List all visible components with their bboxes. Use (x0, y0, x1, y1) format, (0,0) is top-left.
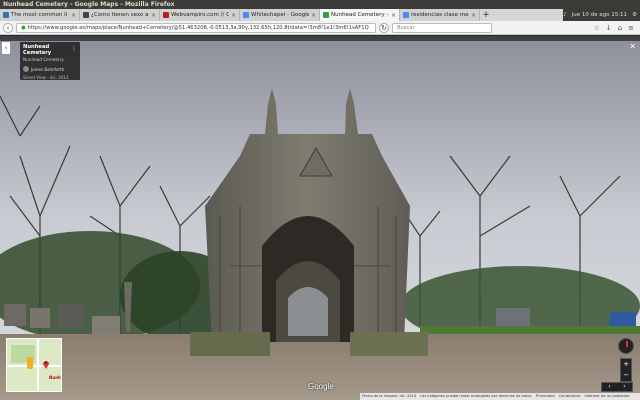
compass-needle (626, 341, 628, 347)
previous-image-icon[interactable]: ‹ (602, 383, 617, 391)
browser-tab[interactable]: Whitechapel - Google × (240, 9, 320, 21)
browser-tab[interactable]: residencias clase med × (400, 9, 480, 21)
gear-icon[interactable]: ⚙ (632, 12, 637, 18)
home-icon[interactable]: ⌂ (618, 24, 622, 32)
map-label: Nunh (49, 375, 61, 380)
zoom-out-icon[interactable]: − (621, 370, 631, 381)
system-tray: ♪ jue 10 de ago 15:11 ⚙ (563, 9, 640, 21)
tab-label: Whitechapel - Google (251, 12, 309, 18)
map-pin-icon (43, 361, 49, 369)
search-input[interactable]: Buscar (392, 22, 492, 33)
tab-label: Webvampiro.com // C (171, 12, 229, 18)
place-info-card[interactable]: Nunhead Cemetery Nunhead Cemetery James … (20, 42, 80, 80)
map-road (7, 365, 61, 367)
google-logo: Google (308, 382, 334, 391)
tab-favicon (83, 12, 89, 18)
url-text: https://www.google.es/maps/place/Nunhead… (27, 24, 369, 31)
search-placeholder: Buscar (397, 24, 415, 31)
place-title[interactable]: Nunhead Cemetery (23, 44, 77, 56)
footer-copyright: Las imágenes pueden estar protegidas por… (420, 394, 533, 398)
close-tab-icon[interactable]: × (151, 12, 156, 19)
footer-date: Fecha de la imagen: dic. 2014 (362, 394, 417, 398)
tab-favicon (323, 12, 329, 18)
tab-label: Nunhead Cemetery - G (331, 12, 389, 18)
avatar (23, 66, 29, 72)
star-icon[interactable]: ☆ (594, 24, 600, 32)
more-icon[interactable]: ⋮ (71, 45, 77, 52)
close-tab-icon[interactable]: × (471, 12, 476, 19)
tab-favicon (3, 12, 9, 18)
reload-button[interactable]: ↻ (379, 22, 389, 33)
close-tab-icon[interactable]: × (391, 12, 396, 19)
browser-tab[interactable]: ¿Como tienen sexo ac × (80, 9, 160, 21)
menu-icon[interactable]: ≡ (628, 24, 634, 32)
footer-terms-link[interactable]: Condiciones (559, 393, 581, 400)
new-tab-button[interactable]: + (480, 9, 492, 21)
download-icon[interactable]: ↓ (606, 24, 612, 32)
zoom-in-icon[interactable]: + (621, 359, 631, 370)
tab-label: ¿Como tienen sexo ac (91, 12, 149, 18)
compass-icon[interactable] (618, 338, 634, 354)
back-button[interactable]: ‹ (3, 22, 13, 33)
tab-favicon (403, 12, 409, 18)
tab-favicon (243, 12, 249, 18)
photo-author[interactable]: James Balmforth (23, 66, 77, 72)
url-bar[interactable]: ● https://www.google.es/maps/place/Nunhea… (16, 22, 376, 33)
attribution-footer: Fecha de la imagen: dic. 2014 Las imágen… (360, 393, 640, 400)
browser-tab[interactable]: The most common li × (0, 9, 80, 21)
zoom-control: + − (620, 358, 632, 382)
footer-privacy-link[interactable]: Privacidad (536, 393, 555, 400)
pegman-icon[interactable] (27, 357, 33, 369)
street-view-panorama[interactable]: ‹ Nunhead Cemetery Nunhead Cemetery Jame… (0, 36, 640, 400)
lock-icon: ● (21, 24, 26, 31)
place-subtitle: Nunhead Cemetery (23, 57, 64, 62)
tab-label: residencias clase med (411, 12, 469, 18)
tab-favicon (163, 12, 169, 18)
image-pager: ‹ › (601, 382, 633, 392)
window-title-bar: Nunhead Cemetery - Google Maps - Mozilla… (0, 0, 640, 9)
map-road (37, 339, 39, 391)
browser-tab[interactable]: Webvampiro.com // C × (160, 9, 240, 21)
browser-tab-active[interactable]: Nunhead Cemetery - G × (320, 9, 400, 21)
close-tab-icon[interactable]: × (71, 12, 76, 19)
top-strip (0, 36, 640, 41)
volume-icon[interactable]: ♪ (563, 12, 567, 18)
close-icon[interactable]: ✕ (629, 42, 636, 51)
tab-label: The most common li (11, 12, 68, 18)
footer-report-link[interactable]: Informar de un problema (585, 393, 630, 400)
navigation-toolbar: ‹ ● https://www.google.es/maps/place/Nunh… (0, 21, 640, 35)
system-datetime[interactable]: jue 10 de ago 15:11 (572, 12, 627, 18)
panorama-image (0, 36, 640, 400)
window-title: Nunhead Cemetery - Google Maps - Mozilla… (3, 1, 175, 8)
close-tab-icon[interactable]: × (311, 12, 316, 19)
close-tab-icon[interactable]: × (231, 12, 236, 19)
mini-map[interactable]: Nunh (6, 338, 62, 392)
next-image-icon[interactable]: › (617, 383, 632, 391)
toolbar-icons: ☆ ↓ ⌂ ≡ (594, 24, 637, 32)
back-arrow-icon[interactable]: ‹ (2, 42, 10, 54)
capture-date: Street View - dic. 2014 (23, 75, 69, 80)
author-name: James Balmforth (31, 66, 65, 72)
tab-bar: The most common li × ¿Como tienen sexo ac… (0, 9, 640, 21)
